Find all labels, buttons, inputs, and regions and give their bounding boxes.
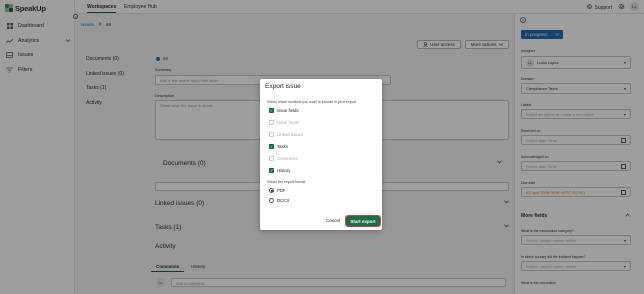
format-docx-radio[interactable]: DOCX	[269, 198, 289, 203]
start-export-button[interactable]: Start export	[344, 214, 382, 228]
format-label-docx: DOCX	[277, 198, 290, 203]
option-history[interactable]: ✓ History	[269, 168, 290, 173]
option-tasks[interactable]: ✓ Tasks	[269, 144, 288, 149]
option-comments: Comments	[269, 156, 298, 161]
option-label: Comments	[277, 156, 298, 161]
checkbox-checked-icon[interactable]: ✓	[269, 108, 274, 113]
cancel-button[interactable]: Cancel	[326, 218, 340, 223]
radio-selected-icon[interactable]	[269, 188, 274, 193]
dialog-title: Export issue	[265, 83, 301, 90]
option-label: Linked issues	[277, 132, 304, 137]
option-label: Issue fields	[277, 108, 299, 113]
checkbox-checked-icon[interactable]: ✓	[269, 144, 274, 149]
option-label: Issue forms	[277, 120, 300, 125]
checkbox-icon	[269, 156, 274, 161]
option-label: History	[277, 168, 291, 173]
dialog-subtitle: Select which sections you want to includ…	[267, 100, 357, 104]
format-label-pdf: PDF	[277, 188, 286, 193]
option-linked-issues: Linked issues	[269, 132, 303, 137]
checkbox-icon	[269, 120, 274, 125]
option-issue-fields[interactable]: ✓ Issue fields	[269, 108, 299, 113]
format-pdf-radio[interactable]: PDF	[269, 188, 286, 193]
format-label: Select the export format.	[267, 180, 307, 184]
checkbox-checked-icon[interactable]: ✓	[269, 168, 274, 173]
export-issue-dialog: Export issue Select which sections you w…	[260, 79, 382, 230]
option-issue-forms: Issue forms	[269, 120, 299, 125]
option-label: Tasks	[277, 144, 288, 149]
radio-icon[interactable]	[269, 198, 274, 203]
checkbox-icon	[269, 132, 274, 137]
